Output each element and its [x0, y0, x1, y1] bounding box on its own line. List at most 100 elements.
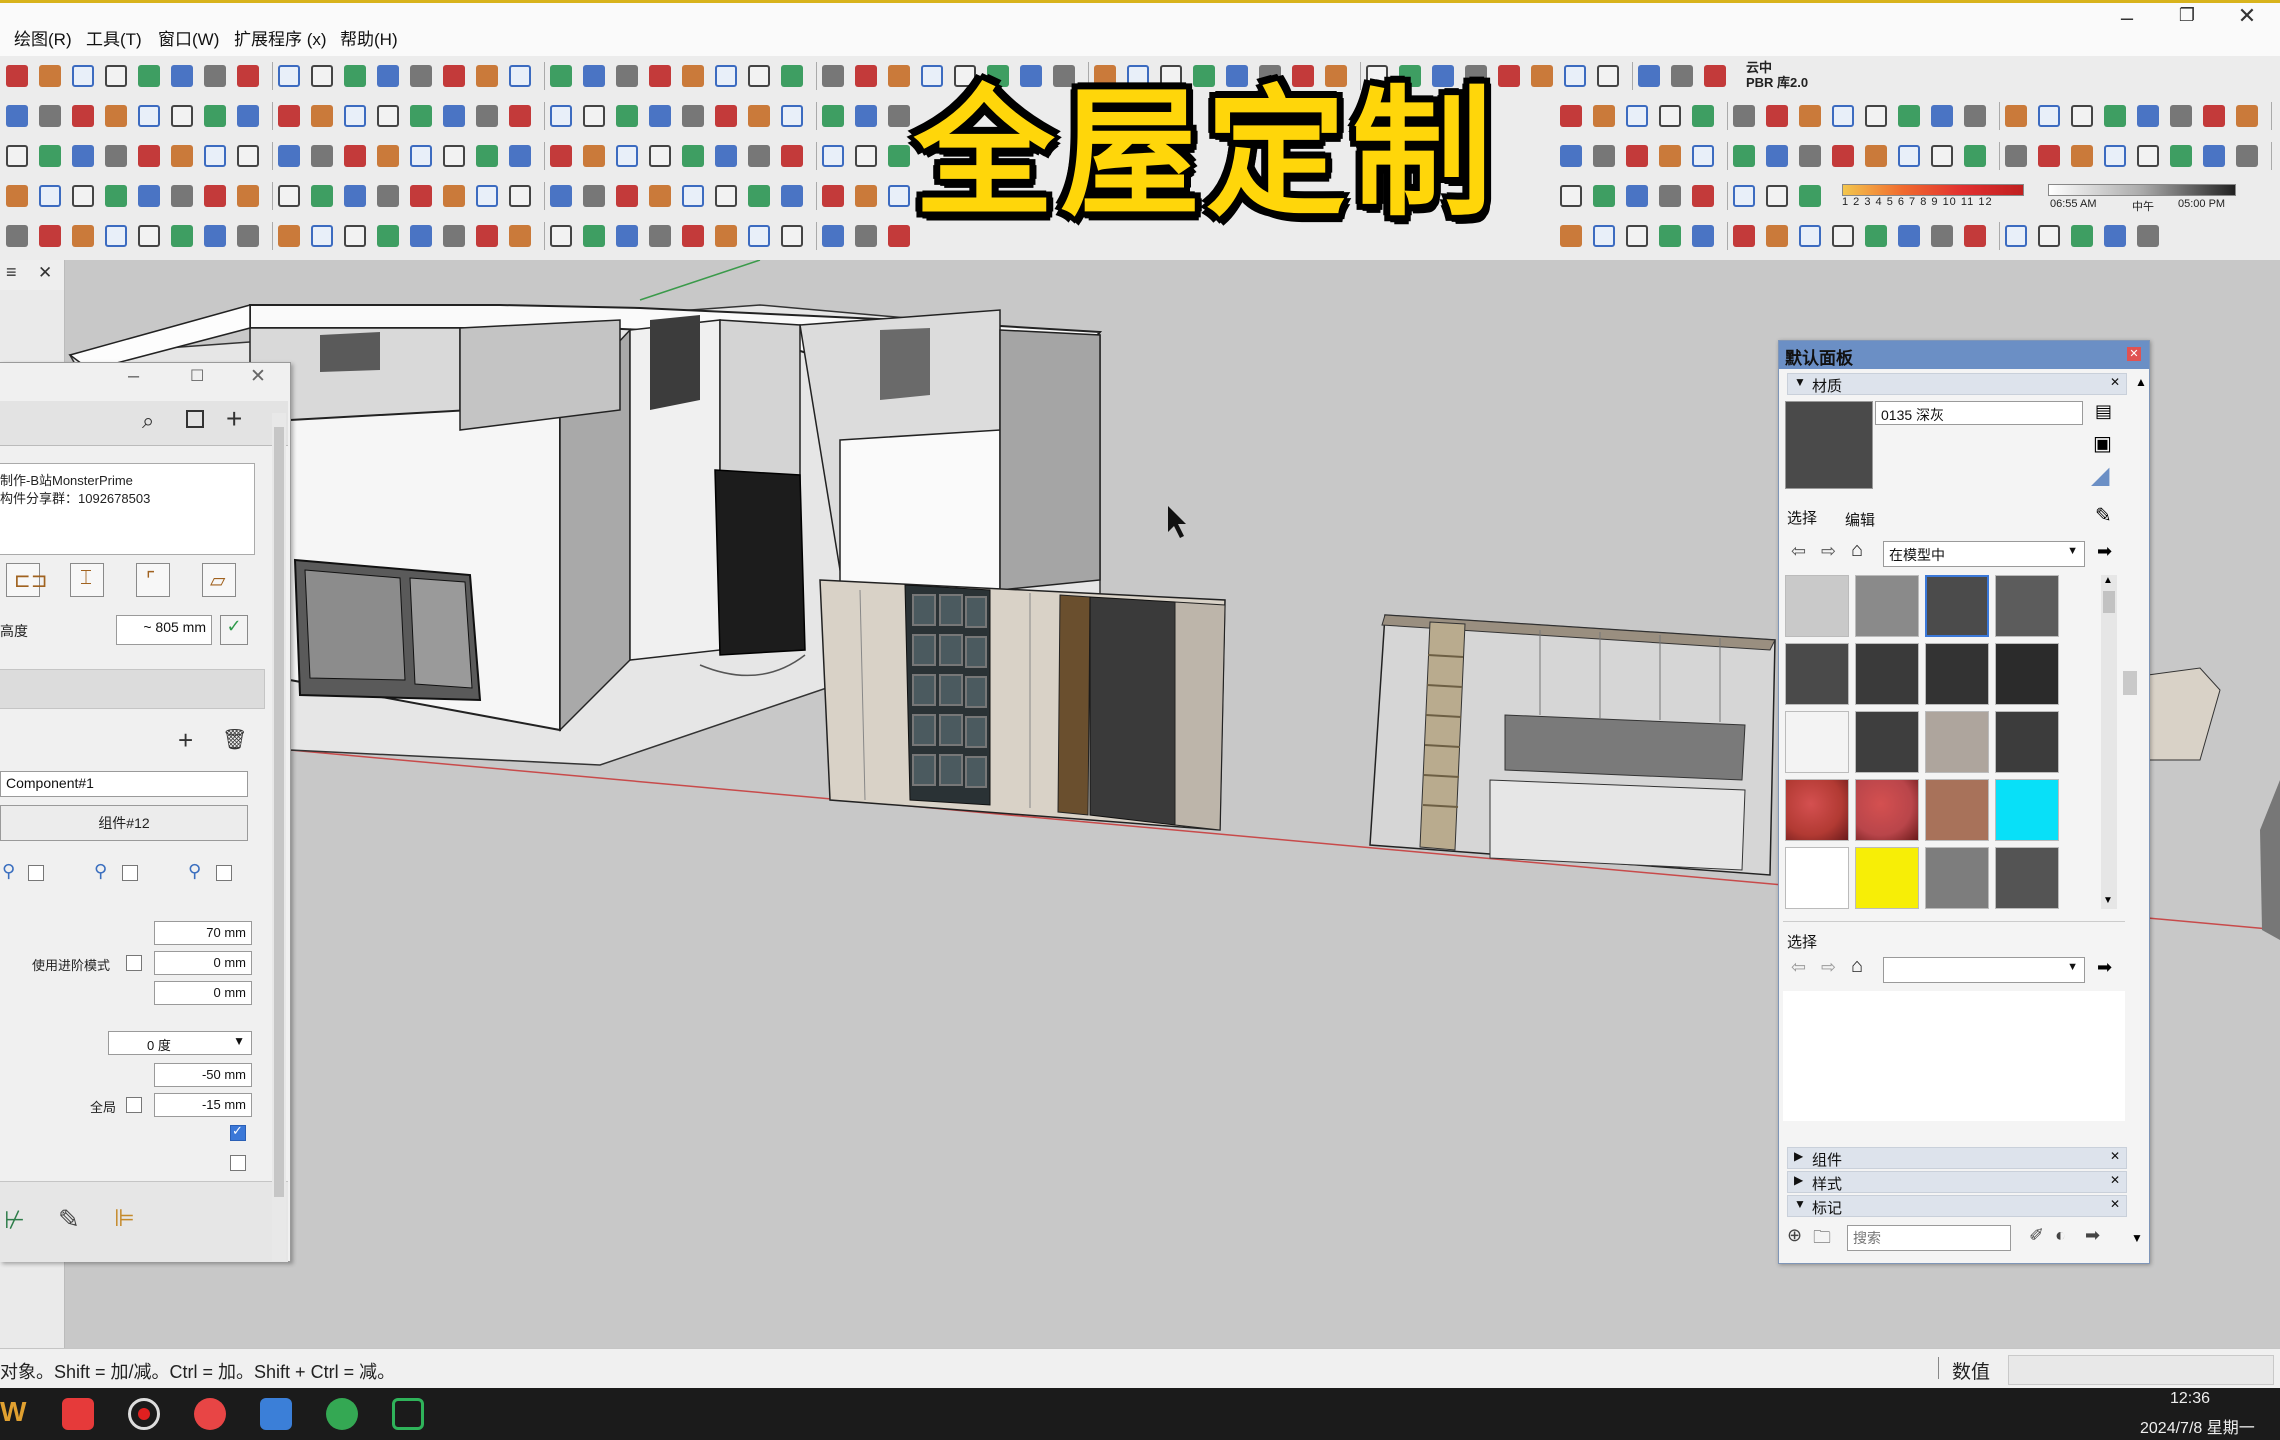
tray-scroll-down-icon[interactable]: ▼ [2131, 1231, 2143, 1245]
toolbar-tool-icon[interactable] [583, 225, 605, 247]
delete-icon[interactable]: 🗑 [222, 727, 247, 752]
toolbar-tool-icon[interactable] [377, 225, 399, 247]
maximize-icon[interactable]: ☐ [190, 366, 204, 386]
toolbar-tool-icon[interactable] [649, 65, 671, 87]
toolbar-tool-icon[interactable] [72, 145, 94, 167]
pencil-icon[interactable]: ✐ [2029, 1225, 2044, 1246]
toolbar-tool-icon[interactable] [822, 145, 844, 167]
material-swatch[interactable] [1925, 575, 1989, 637]
tab-select[interactable]: 选择 [1787, 507, 1817, 528]
toolbar-tool-icon[interactable] [1865, 225, 1887, 247]
toolbar-tool-icon[interactable] [443, 145, 465, 167]
current-material-preview[interactable] [1785, 401, 1873, 489]
restore-icon[interactable]: ❐ [2162, 5, 2212, 26]
offset-input-3[interactable]: 0 mm [154, 981, 252, 1005]
toolbar-tool-icon[interactable] [509, 105, 531, 127]
toolbar-tool-icon[interactable] [748, 225, 770, 247]
toolbar-tool-icon[interactable] [2005, 225, 2027, 247]
toolbar-tool-icon[interactable] [72, 105, 94, 127]
toolbar-tool-icon[interactable] [1799, 185, 1821, 207]
toolbar-tool-icon[interactable] [171, 145, 193, 167]
toolbar-tool-icon[interactable] [39, 105, 61, 127]
toolbar-tool-icon[interactable] [583, 65, 605, 87]
toolbar-tool-icon[interactable] [1560, 185, 1582, 207]
toolbar-tool-icon[interactable] [39, 185, 61, 207]
toolbar-tool-icon[interactable] [1865, 105, 1887, 127]
toolbar-tool-icon[interactable] [682, 145, 704, 167]
toolbar-tool-icon[interactable] [1898, 145, 1920, 167]
toolbar-tool-icon[interactable] [550, 105, 572, 127]
toolbar-tool-icon[interactable] [2236, 105, 2258, 127]
toolbar-tool-icon[interactable] [377, 65, 399, 87]
app-red-icon[interactable] [62, 1398, 94, 1430]
toolbar-tool-icon[interactable] [888, 185, 910, 207]
add-tag-folder-icon[interactable]: 🗀 [1813, 1225, 1831, 1255]
toolbar-tool-icon[interactable] [649, 185, 671, 207]
record-icon[interactable] [128, 1398, 160, 1430]
material-swatch[interactable] [1925, 779, 1989, 841]
material-swatch[interactable] [1785, 711, 1849, 773]
toolbar-tool-icon[interactable] [1560, 145, 1582, 167]
toolbar-tool-icon[interactable] [1626, 145, 1648, 167]
toolbar-tool-icon[interactable] [1671, 65, 1693, 87]
eyedropper-icon[interactable]: ✎ [2095, 503, 2112, 528]
material-swatch[interactable] [1785, 779, 1849, 841]
material-swatch[interactable] [1995, 779, 2059, 841]
forward-arrow-icon-2[interactable]: ⇨ [1821, 957, 1836, 978]
toolbar-tool-icon[interactable] [1964, 225, 1986, 247]
toolbar-tool-icon[interactable] [72, 185, 94, 207]
toolbar-tool-icon[interactable] [649, 145, 671, 167]
material-swatch[interactable] [1785, 575, 1849, 637]
toolbar-tool-icon[interactable] [344, 185, 366, 207]
toolbar-tool-icon[interactable] [410, 225, 432, 247]
option-checkbox-b[interactable] [230, 1155, 246, 1171]
toolbar-tool-icon[interactable] [6, 105, 28, 127]
toolbar-tool-icon[interactable] [1766, 105, 1788, 127]
material-swatch[interactable] [1925, 643, 1989, 705]
toolbar-tool-icon[interactable] [377, 145, 399, 167]
toolbar-tool-icon[interactable] [616, 145, 638, 167]
toolbar-tool-icon[interactable] [1898, 225, 1920, 247]
minimize-icon[interactable]: – [128, 365, 139, 388]
material-swatch[interactable] [1785, 643, 1849, 705]
toolbar-tool-icon[interactable] [476, 225, 498, 247]
toolbar-tool-icon[interactable] [822, 185, 844, 207]
menu-draw[interactable]: 绘图(R) [14, 25, 72, 50]
confirm-check-icon[interactable]: ✓ [220, 615, 248, 645]
secondary-browser-area[interactable] [1783, 991, 2125, 1121]
toolbar-tool-icon[interactable] [105, 185, 127, 207]
section-close-icon[interactable]: ✕ [2110, 375, 2120, 389]
toolbar-tool-icon[interactable] [1931, 145, 1953, 167]
add-component-icon[interactable]: + [178, 725, 193, 756]
toolbar-tool-icon[interactable] [204, 145, 226, 167]
toolbar-tool-icon[interactable] [748, 105, 770, 127]
tag-search-input[interactable] [1847, 1225, 2011, 1251]
shadow-gradient-bar[interactable] [1842, 184, 2024, 196]
toolbar-tool-icon[interactable] [105, 225, 127, 247]
toolbar-tool-icon[interactable] [748, 185, 770, 207]
toolbar-tool-icon[interactable] [1564, 65, 1586, 87]
toolbar-tool-icon[interactable] [2203, 145, 2225, 167]
toolbar-tool-icon[interactable] [278, 185, 300, 207]
toolbar-tool-icon[interactable] [2137, 105, 2159, 127]
details-arrow-icon[interactable]: ➡ [2097, 541, 2112, 562]
toolbar-tool-icon[interactable] [1626, 185, 1648, 207]
menu-lines-icon[interactable]: ≡ [6, 262, 17, 283]
option-checkbox-a[interactable]: ✓ [230, 1123, 246, 1141]
toolbar-tool-icon[interactable] [715, 65, 737, 87]
toolbar-tool-icon[interactable] [1832, 225, 1854, 247]
toolbar-tool-icon[interactable] [888, 105, 910, 127]
app-w-icon[interactable]: W [0, 1396, 26, 1428]
pin-right-checkbox[interactable] [216, 865, 232, 881]
toolbar-tool-icon[interactable] [616, 185, 638, 207]
toolbar-tool-icon[interactable] [311, 225, 333, 247]
toolbar-tool-icon[interactable] [2104, 105, 2126, 127]
camera-icon[interactable] [194, 1398, 226, 1430]
toolbar-tool-icon[interactable] [2104, 145, 2126, 167]
toolbar-tool-icon[interactable] [344, 65, 366, 87]
toolbar-tool-icon[interactable] [822, 65, 844, 87]
toolbar-tool-icon[interactable] [377, 105, 399, 127]
toolbar-tool-icon[interactable] [204, 225, 226, 247]
toolbar-tool-icon[interactable] [410, 65, 432, 87]
toolbar-tool-icon[interactable] [781, 225, 803, 247]
